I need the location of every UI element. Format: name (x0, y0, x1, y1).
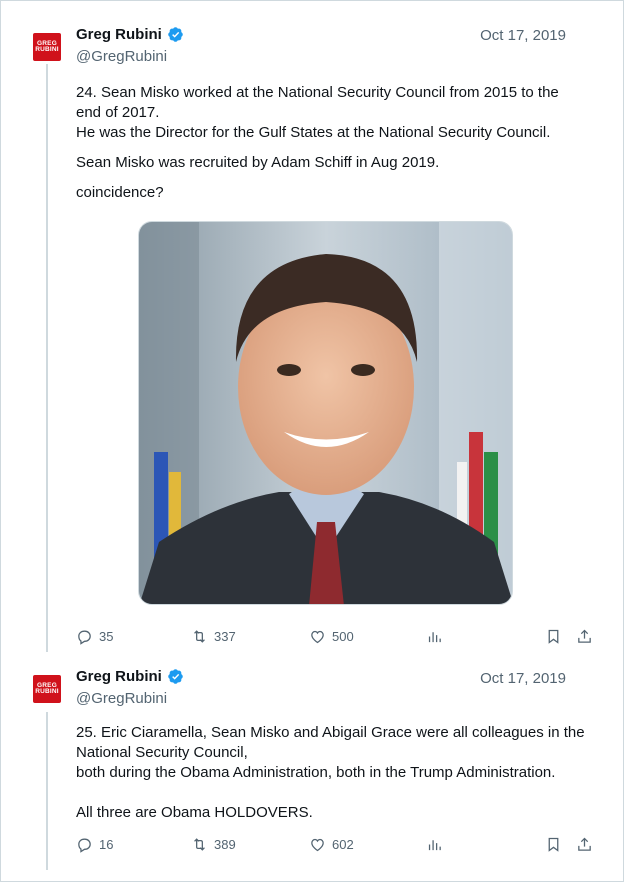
avatar-text: RUBINI (35, 688, 59, 695)
views-button[interactable] (426, 628, 443, 645)
reply-count: 35 (99, 629, 114, 644)
analytics-icon (428, 632, 441, 643)
author-row: Greg Rubini (76, 668, 184, 685)
tweet-line: 24. Sean Misko worked at the National Se… (76, 84, 559, 121)
author-name[interactable]: Greg Rubini (76, 668, 162, 685)
retweet-count: 389 (214, 837, 236, 852)
retweet-button[interactable]: 337 (191, 628, 236, 645)
reply-button[interactable]: 35 (76, 628, 113, 645)
tweet-actions: 16 389 602 (76, 836, 596, 856)
tweet-line: Sean Misko was recruited by Adam Schiff … (76, 154, 440, 171)
bookmark-icon (548, 629, 559, 644)
tweet-date[interactable]: Oct 17, 2019 (480, 670, 566, 687)
bookmark-icon (548, 837, 559, 852)
author-handle[interactable]: @GregRubini (76, 690, 167, 707)
tweet[interactable]: GREG RUBINI Greg Rubini @GregRubini Oct … (0, 0, 622, 655)
like-button[interactable]: 500 (309, 628, 354, 645)
views-button[interactable] (426, 836, 443, 853)
retweet-count: 337 (214, 629, 236, 644)
tweet-text: 25. Eric Ciaramella, Sean Misko and Abig… (76, 723, 586, 823)
tweet-date[interactable]: Oct 17, 2019 (480, 27, 566, 44)
verified-badge-icon (168, 669, 183, 684)
avatar-text: RUBINI (35, 46, 59, 53)
heart-icon (311, 838, 324, 852)
heart-icon (311, 630, 324, 644)
tweet-actions: 35 337 500 (76, 628, 596, 648)
share-icon (578, 629, 591, 643)
share-icon (578, 837, 591, 851)
retweet-icon (194, 630, 205, 643)
analytics-icon (428, 840, 441, 851)
author-name[interactable]: Greg Rubini (76, 26, 162, 43)
bookmark-button[interactable] (545, 628, 562, 645)
reply-icon (78, 838, 91, 853)
portrait-photo (139, 222, 512, 604)
retweet-icon (194, 838, 205, 851)
tweet-line: 25. Eric Ciaramella, Sean Misko and Abig… (76, 724, 585, 761)
tweet-photo[interactable] (138, 221, 513, 605)
like-button[interactable]: 602 (309, 836, 354, 853)
retweet-button[interactable]: 389 (191, 836, 236, 853)
tweet-line: He was the Director for the Gulf States … (76, 124, 551, 141)
avatar[interactable]: GREG RUBINI (33, 33, 61, 61)
verified-badge-icon (168, 27, 183, 42)
tweet[interactable]: GREG RUBINI Greg Rubini @GregRubini Oct … (0, 655, 622, 880)
share-button[interactable] (576, 628, 593, 645)
tweet-text: 24. Sean Misko worked at the National Se… (76, 83, 586, 203)
author-row: Greg Rubini (76, 26, 184, 43)
reply-count: 16 (99, 837, 114, 852)
like-count: 500 (332, 629, 354, 644)
share-button[interactable] (576, 836, 593, 853)
reply-button[interactable]: 16 (76, 836, 113, 853)
avatar[interactable]: GREG RUBINI (33, 675, 61, 703)
bookmark-button[interactable] (545, 836, 562, 853)
reply-icon (78, 630, 91, 645)
tweet-line: All three are Obama HOLDOVERS. (76, 804, 313, 821)
like-count: 602 (332, 837, 354, 852)
author-handle[interactable]: @GregRubini (76, 48, 167, 65)
tweet-line: both during the Obama Administration, bo… (76, 764, 556, 781)
tweet-line: coincidence? (76, 184, 164, 201)
